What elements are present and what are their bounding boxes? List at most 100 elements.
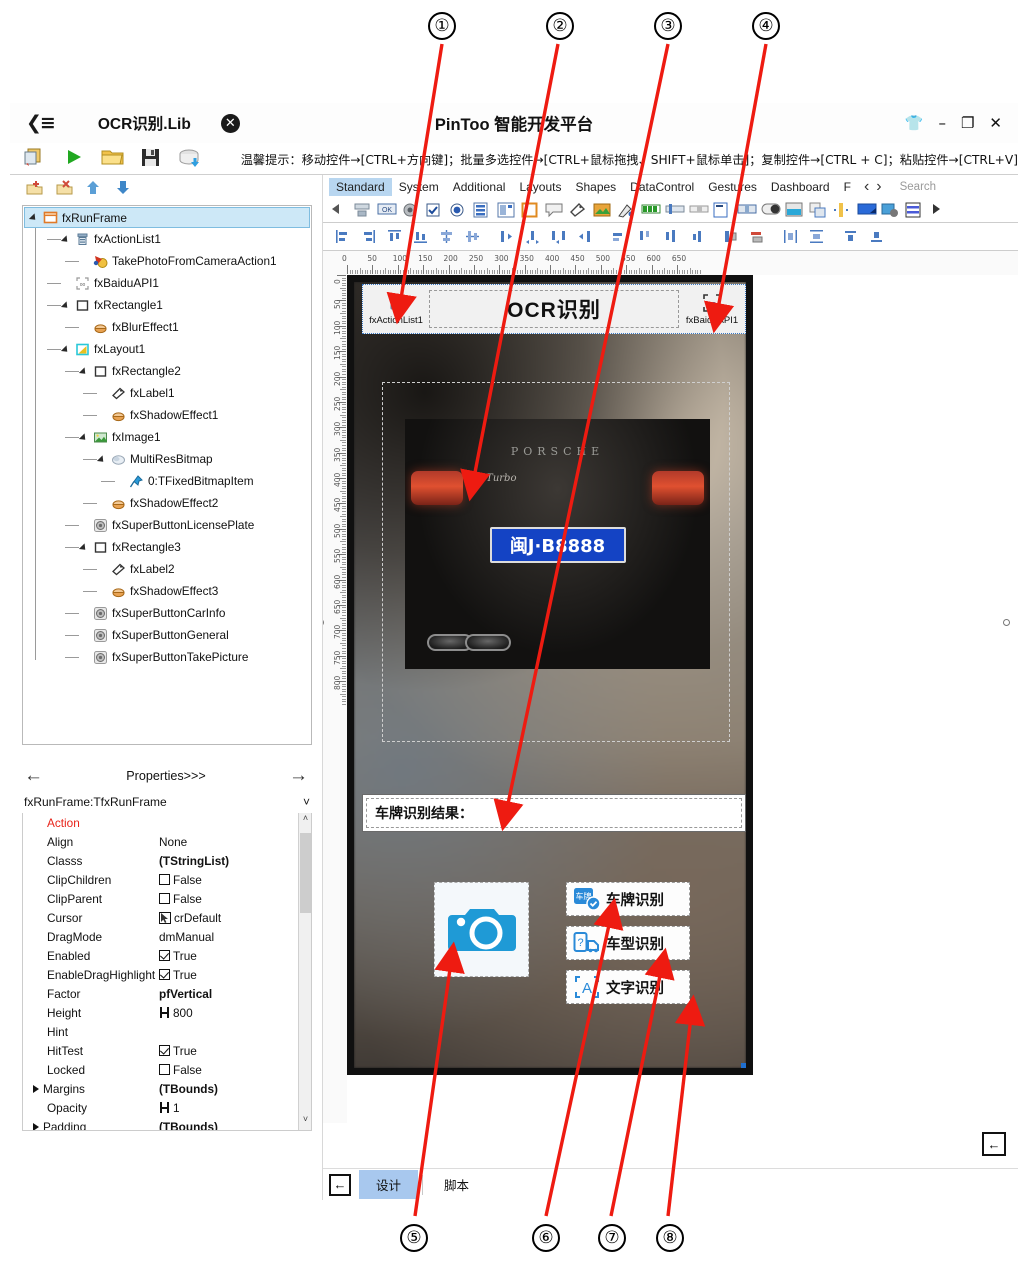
panel-component-icon[interactable] [521,202,539,218]
property-checkbox[interactable] [159,969,170,980]
close-document-icon[interactable]: ✕ [220,113,240,133]
property-value-cell[interactable]: False [159,873,202,887]
tree-expander-icon[interactable] [81,433,90,442]
property-value-cell[interactable]: True [159,1044,197,1058]
property-row[interactable]: DragMode dmManual [23,927,311,946]
scrollbar-thumb[interactable] [300,833,311,913]
property-expand-icon[interactable] [33,1084,39,1093]
bottom-tab-script[interactable]: 脚本 [427,1170,486,1199]
image-placeholder-frame[interactable]: PORSCHE Cayenne Turbo 闽J·B8888 [382,382,730,742]
property-value-cell[interactable]: False [159,1063,202,1077]
trackbar-component-icon[interactable] [665,202,685,218]
size-height-icon[interactable] [637,229,652,244]
space-left-icon[interactable] [499,229,514,244]
new-project-icon[interactable] [24,147,49,171]
tree-node-fxsuperbuttoncarinfo[interactable]: fxSuperButtonCarInfo [23,602,311,624]
property-value-cell[interactable]: 1 [159,1101,180,1115]
open-folder-icon[interactable] [101,147,126,171]
center-horizontal-icon[interactable] [439,229,454,244]
prev-object-icon[interactable]: ← [24,765,43,787]
tree-node-fxshadoweffect2[interactable]: fxShadowEffect2 [23,492,311,514]
tree-node-fximage1[interactable]: fxImage1 [23,426,311,448]
property-value-cell[interactable]: (TBounds) [159,1120,218,1131]
collapse-left-icon[interactable]: ← [329,1173,351,1196]
align-bottom-icon[interactable] [413,229,428,244]
move-up-icon[interactable] [86,180,103,197]
delete-node-icon[interactable] [56,179,73,197]
tree-node-multiresbitmap[interactable]: MultiResBitmap [23,448,311,470]
palette-tab-shapes[interactable]: Shapes [568,178,623,196]
tree-expander-icon[interactable] [31,213,40,222]
properties-scrollbar[interactable]: ˄ ˅ [298,813,311,1130]
settings-component-icon[interactable] [881,202,899,218]
property-value-cell[interactable]: True [159,968,197,982]
tree-node-fxshadoweffect1[interactable]: fxShadowEffect1 [23,404,311,426]
scroll-up-icon[interactable]: ˄ [299,813,311,829]
run-icon[interactable] [63,147,88,171]
progressbar-component-icon[interactable] [641,202,661,218]
palette-tab-f[interactable]: F [837,178,858,196]
listview-component-icon[interactable] [497,202,515,218]
calloutpanel-component-icon[interactable] [545,202,563,218]
align-left-icon[interactable] [335,229,350,244]
size-shrink-icon[interactable] [689,229,704,244]
tree-node-fxlayout1[interactable]: fxLayout1 [23,338,311,360]
space-equal-horizontal-icon[interactable] [525,229,540,244]
checkbox-component-icon[interactable] [425,202,443,218]
minimize-button[interactable]: – [938,114,946,132]
palette-tab-additional[interactable]: Additional [446,178,513,196]
take-picture-button[interactable] [434,882,529,977]
tree-expander-icon[interactable] [63,301,72,310]
save-icon[interactable] [140,147,165,171]
property-value-cell[interactable]: 800 [159,1006,193,1020]
next-object-icon[interactable]: → [289,765,308,787]
move-down-icon[interactable] [116,180,133,197]
align-top-icon[interactable] [387,229,402,244]
glyph-component-icon[interactable] [809,202,827,218]
property-value-cell[interactable]: (TStringList) [159,854,229,868]
car-photo-image[interactable]: PORSCHE Cayenne Turbo 闽J·B8888 [405,419,710,669]
add-node-icon[interactable] [26,180,43,197]
size-grow-icon[interactable] [663,229,678,244]
text-recognition-button[interactable]: A 文字识别 [566,970,690,1004]
toolbar-component-icon[interactable] [353,202,371,218]
tree-node-fxrectangle1[interactable]: fxRectangle1 [23,294,311,316]
tree-node-takephotofromcameraaction1[interactable]: TakePhotoFromCameraAction1 [23,250,311,272]
property-expand-icon[interactable] [33,1122,39,1130]
property-row[interactable]: Height 800 [23,1003,311,1022]
canvas-resize-handle-right[interactable] [1003,619,1010,626]
label-component-icon[interactable] [569,202,587,218]
palette-tab-system[interactable]: System [392,178,446,196]
align-top-edges-icon[interactable] [843,229,858,244]
database-icon[interactable] [178,147,203,171]
result-label[interactable]: 车牌识别结果： [366,798,742,828]
palette-scroll-left-icon[interactable] [329,202,347,218]
tree-expander-icon[interactable] [81,543,90,552]
tree-node-fxsuperbuttontakepicture[interactable]: fxSuperButtonTakePicture [23,646,311,668]
space-right-icon[interactable] [577,229,592,244]
form-title-label[interactable]: OCR识别 [429,290,679,328]
switch-component-icon[interactable] [761,202,781,218]
palette-tab-standard[interactable]: Standard [329,178,392,196]
bottom-tab-design[interactable]: 设计 [359,1170,419,1199]
property-checkbox[interactable] [159,1064,170,1075]
tree-node-fxlabel1[interactable]: fxLabel1 [23,382,311,404]
tree-expander-icon[interactable] [99,455,108,464]
tree-expander-icon[interactable] [63,235,72,244]
selection-handle-bottom-right[interactable] [741,1063,746,1068]
palette-search-input[interactable]: Search [900,181,936,193]
listbox-component-icon[interactable] [473,202,491,218]
form-baiduapi-component[interactable]: oo fxBaiduAPI1 [679,285,745,333]
property-value-cell[interactable]: crDefault [159,911,221,925]
palette-tab-dashboard[interactable]: Dashboard [764,178,837,196]
tabcontrol-component-icon[interactable] [785,202,803,218]
right-panel-collapse-icon[interactable]: ← [982,1132,1006,1156]
chevron-right-icon[interactable]: › [876,178,881,196]
tree-node-fxrunframe[interactable]: fxRunFrame [24,207,310,228]
property-value-cell[interactable]: True [159,949,197,963]
align-right-icon[interactable] [361,229,376,244]
property-value-cell[interactable]: None [159,835,187,849]
property-row[interactable]: Factor pfVertical [23,984,311,1003]
palette-tab-datacontrol[interactable]: DataControl [623,178,701,196]
palette-tab-layouts[interactable]: Layouts [512,178,568,196]
